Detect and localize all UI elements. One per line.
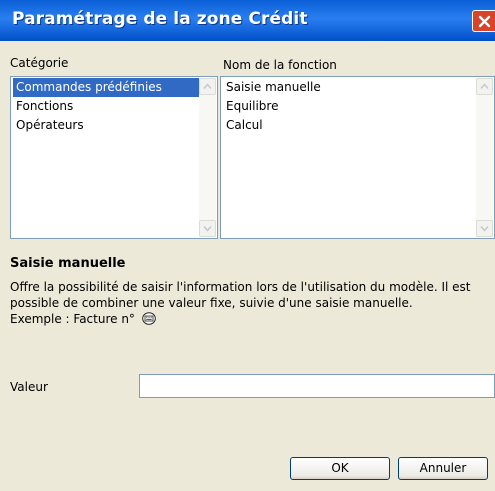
function-scrollbar[interactable] — [476, 78, 493, 237]
close-icon — [478, 15, 491, 28]
description-title: Saisie manuelle — [10, 256, 126, 271]
function-item[interactable]: Saisie manuelle — [223, 78, 476, 97]
window-title: Paramétrage de la zone Crédit — [12, 9, 308, 29]
dialog-window: Paramétrage de la zone Crédit Catégorie … — [0, 0, 495, 491]
description-text: Offre la possibilité de saisir l'informa… — [10, 279, 492, 327]
close-button[interactable] — [472, 10, 495, 32]
category-item[interactable]: Opérateurs — [13, 116, 199, 135]
scroll-down-icon — [203, 226, 212, 232]
description-line: possible de combiner une valeur fixe, su… — [10, 296, 413, 310]
function-item[interactable]: Equilibre — [223, 97, 476, 116]
cancel-button[interactable]: Annuler — [398, 457, 488, 480]
function-label: Nom de la fonction — [223, 58, 337, 72]
valeur-label: Valeur — [10, 380, 48, 394]
category-listbox[interactable]: Commandes prédéfinies Fonctions Opérateu… — [10, 76, 218, 239]
scroll-down-icon — [480, 226, 489, 232]
example-text: Exemple : Facture n° — [10, 312, 135, 326]
title-bar[interactable]: Paramétrage de la zone Crédit — [0, 0, 495, 41]
dialog-content: Catégorie Commandes prédéfinies Fonction… — [8, 41, 495, 491]
keyboard-icon — [141, 312, 156, 325]
scroll-up-icon — [203, 83, 212, 89]
category-label: Catégorie — [10, 56, 69, 70]
function-item[interactable]: Calcul — [223, 116, 476, 135]
ok-button[interactable]: OK — [290, 457, 390, 480]
description-line: Offre la possibilité de saisir l'informa… — [10, 280, 471, 294]
scroll-down-button[interactable] — [199, 220, 216, 237]
scroll-up-icon — [480, 83, 489, 89]
category-item[interactable]: Commandes prédéfinies — [13, 78, 199, 97]
category-scrollbar[interactable] — [199, 78, 216, 237]
description-example: Exemple : Facture n° — [10, 311, 492, 327]
function-listbox[interactable]: Saisie manuelle Equilibre Calcul — [220, 76, 495, 239]
scroll-up-button[interactable] — [476, 78, 493, 95]
category-item[interactable]: Fonctions — [13, 97, 199, 116]
scroll-down-button[interactable] — [476, 220, 493, 237]
scroll-up-button[interactable] — [199, 78, 216, 95]
valeur-input[interactable] — [139, 374, 495, 398]
